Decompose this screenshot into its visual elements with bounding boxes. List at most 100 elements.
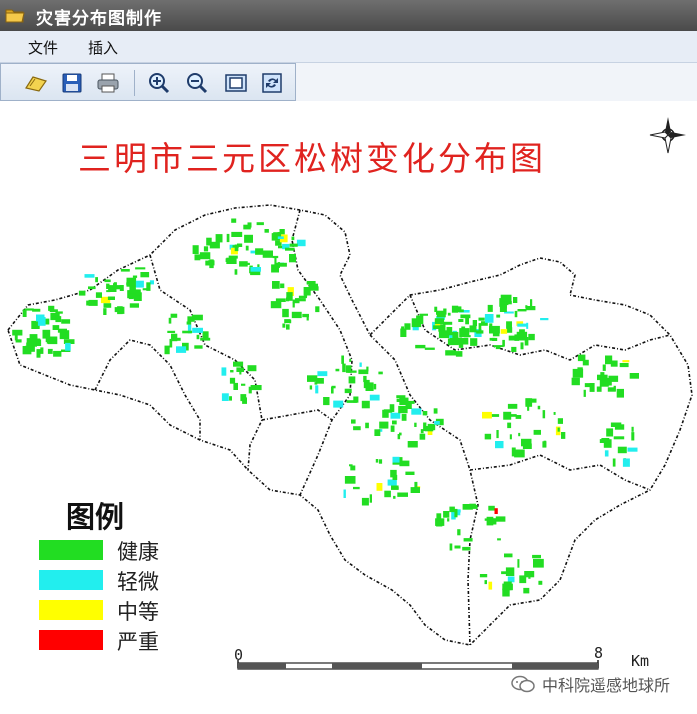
map-patch <box>419 313 428 316</box>
map-patch <box>447 338 459 346</box>
map-patch <box>622 458 630 467</box>
map-patch <box>405 471 415 475</box>
map-patch <box>506 301 512 305</box>
map-patch <box>509 414 517 417</box>
menu-item-insert[interactable]: 插入 <box>84 36 122 59</box>
open-folder-button[interactable] <box>23 71 49 95</box>
legend-swatch-slight <box>39 570 103 590</box>
map-patch <box>335 368 340 372</box>
map-patch <box>361 497 369 506</box>
map-patch <box>135 280 144 288</box>
map-patch <box>434 421 440 425</box>
map-patch <box>553 412 556 415</box>
map-patch <box>272 281 280 289</box>
map-patch <box>245 245 249 251</box>
map-patch <box>525 398 533 407</box>
map-patch <box>373 383 377 390</box>
map-patch <box>392 456 400 463</box>
map-patch <box>274 257 277 265</box>
map-patch <box>229 396 232 401</box>
zoom-out-button[interactable] <box>184 71 210 95</box>
map-patch <box>270 301 282 309</box>
refresh-button[interactable] <box>259 71 285 95</box>
map-patch <box>447 518 450 522</box>
map-patch <box>540 318 549 321</box>
map-patch <box>233 361 244 367</box>
map-patch <box>289 254 296 263</box>
title-bar: 灾害分布图制作 <box>0 0 697 32</box>
map-patch <box>231 231 243 237</box>
map-patch <box>399 397 409 405</box>
save-button[interactable] <box>59 71 85 95</box>
map-patch <box>622 360 630 363</box>
map-patch <box>434 306 438 312</box>
map-patch <box>333 400 344 408</box>
zoom-in-button[interactable] <box>146 71 172 95</box>
map-patch <box>282 323 286 328</box>
map-patch <box>206 237 212 246</box>
map-patch <box>424 347 435 350</box>
map-patch <box>103 303 112 308</box>
map-patch <box>489 323 493 328</box>
map-patch <box>478 323 482 331</box>
map-patch <box>446 327 453 335</box>
print-button[interactable] <box>95 71 121 95</box>
map-patch <box>561 432 566 439</box>
scale-end-label: 8 <box>594 644 604 662</box>
map-patch <box>226 257 237 264</box>
map-patch <box>419 433 426 440</box>
map-patch <box>543 440 547 448</box>
map-patch <box>234 244 239 252</box>
map-patch <box>26 342 37 346</box>
map-patch <box>509 434 512 440</box>
map-patch <box>374 429 381 436</box>
map-patch <box>404 323 411 330</box>
map-patch <box>387 479 397 486</box>
map-patch <box>397 492 408 497</box>
map-patch <box>306 281 316 285</box>
map-patch <box>243 224 251 230</box>
map-patch <box>277 236 284 239</box>
map-patch <box>15 339 22 343</box>
zoom-out-icon <box>187 73 208 94</box>
map-patch <box>469 325 477 333</box>
map-patch <box>136 295 140 300</box>
legend-swatch-moderate <box>39 600 103 620</box>
map-patch <box>416 315 424 324</box>
map-patch <box>353 486 360 490</box>
map-patch <box>496 430 499 439</box>
map-patch <box>484 314 494 323</box>
map-patch <box>433 325 443 329</box>
map-patch <box>291 311 302 319</box>
full-extent-button[interactable] <box>223 71 249 95</box>
watermark: 中科院遥感地球所 <box>510 673 670 695</box>
map-patch <box>107 296 115 300</box>
menu-item-file[interactable]: 文件 <box>24 36 62 59</box>
map-canvas[interactable] <box>0 101 697 714</box>
legend-swatch-healthy <box>39 540 103 560</box>
district-map[interactable] <box>0 101 697 714</box>
map-patch <box>530 299 533 309</box>
refresh-icon <box>262 73 282 93</box>
map-patch <box>571 377 580 386</box>
map-title: 三明市三元区松树变化分布图 <box>78 139 546 178</box>
map-patch <box>149 280 154 285</box>
map-patch <box>463 538 473 542</box>
map-patch <box>350 465 356 471</box>
map-patch <box>457 529 461 536</box>
map-patch <box>280 283 285 289</box>
map-patch <box>631 432 635 441</box>
map-patch <box>610 422 622 427</box>
map-patch <box>513 297 518 303</box>
map-patch <box>458 319 464 322</box>
map-patch <box>572 368 584 378</box>
map-patch <box>167 330 176 333</box>
map-patch <box>401 413 407 421</box>
map-patch <box>524 337 529 346</box>
map-patch <box>32 308 41 312</box>
map-patch <box>447 312 451 316</box>
map-patch <box>500 329 508 334</box>
map-patch <box>616 388 624 398</box>
map-patch <box>84 274 95 278</box>
map-patch <box>57 328 67 333</box>
